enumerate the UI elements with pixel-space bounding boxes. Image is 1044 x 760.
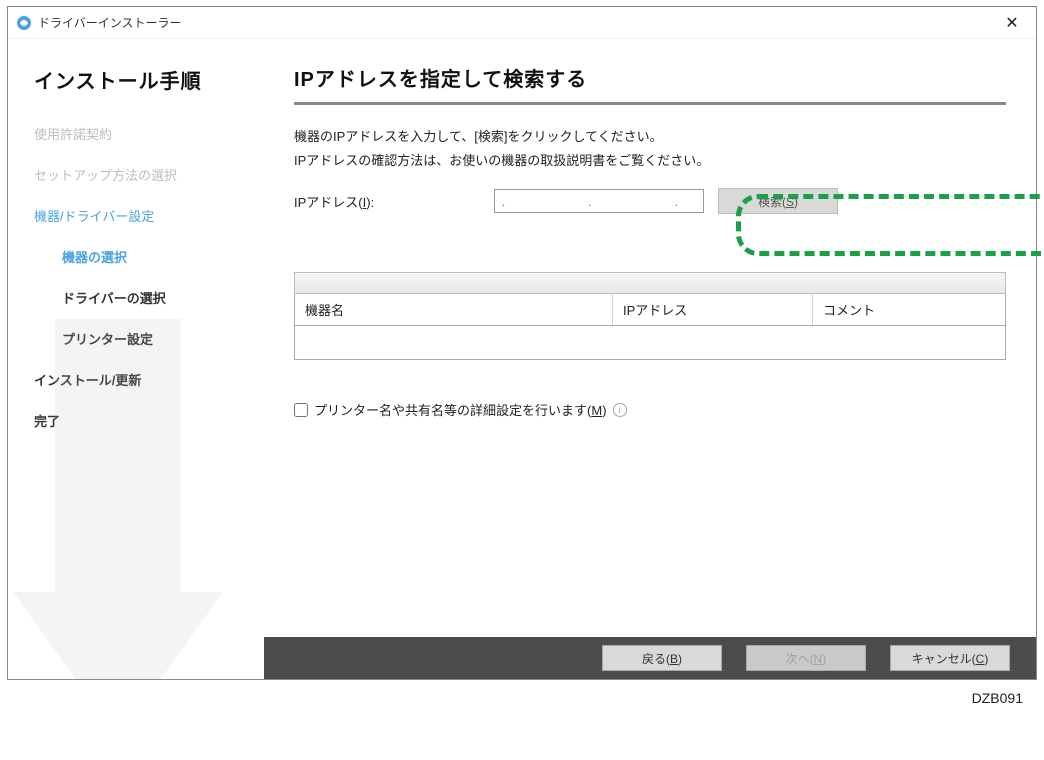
window-title: ドライバーインストーラー xyxy=(38,14,996,31)
list-body[interactable] xyxy=(294,326,1006,360)
app-icon xyxy=(16,15,32,31)
ip-row: IPアドレス(I): 検索(S) xyxy=(294,188,1006,214)
info-icon[interactable]: i xyxy=(613,403,627,417)
installer-window: ドライバーインストーラー ✕ インストール手順 使用許諾契約 セットアップ方法の… xyxy=(7,6,1037,680)
advanced-row: プリンター名や共有名等の詳細設定を行います(M) i xyxy=(294,400,1006,419)
page-title: IPアドレスを指定して検索する xyxy=(294,63,1006,92)
figure-code: DZB091 xyxy=(7,680,1037,706)
title-divider xyxy=(294,102,1006,105)
main-panel: IPアドレスを指定して検索する 機器のIPアドレスを入力して、[検索]をクリック… xyxy=(264,39,1036,679)
decorative-arrow-icon xyxy=(8,319,264,679)
sidebar-title: インストール手順 xyxy=(34,65,264,94)
footer: 戻る(B) 次へ(N) キャンセル(C) xyxy=(264,637,1036,679)
sidebar: インストール手順 使用許諾契約 セットアップ方法の選択 機器/ドライバー設定 機… xyxy=(8,39,264,679)
list-toolbar xyxy=(294,272,1006,294)
search-button[interactable]: 検索(S) xyxy=(718,188,838,214)
device-list: 機器名 IPアドレス コメント xyxy=(294,272,1006,360)
col-device-name[interactable]: 機器名 xyxy=(295,294,613,325)
step-setup-method: セットアップ方法の選択 xyxy=(34,165,264,184)
col-ip-address[interactable]: IPアドレス xyxy=(613,294,813,325)
step-license: 使用許諾契約 xyxy=(34,124,264,143)
description-line-1: 機器のIPアドレスを入力して、[検索]をクリックしてください。 xyxy=(294,127,1006,147)
advanced-settings-label: プリンター名や共有名等の詳細設定を行います(M) xyxy=(314,400,607,419)
next-button[interactable]: 次へ(N) xyxy=(746,645,866,671)
description-line-2: IPアドレスの確認方法は、お使いの機器の取扱説明書をご覧ください。 xyxy=(294,151,1006,171)
substep-driver-select: ドライバーの選択 xyxy=(62,288,264,307)
step-device-driver-settings: 機器/ドライバー設定 xyxy=(34,206,264,225)
cancel-button[interactable]: キャンセル(C) xyxy=(890,645,1010,671)
list-columns: 機器名 IPアドレス コメント xyxy=(294,294,1006,326)
substep-device-select: 機器の選択 xyxy=(62,247,264,266)
back-button[interactable]: 戻る(B) xyxy=(602,645,722,671)
col-comment[interactable]: コメント xyxy=(813,294,1005,325)
body: インストール手順 使用許諾契約 セットアップ方法の選択 機器/ドライバー設定 機… xyxy=(8,39,1036,679)
ip-address-label: IPアドレス(I): xyxy=(294,192,494,211)
ip-address-input[interactable] xyxy=(494,189,704,213)
close-icon[interactable]: ✕ xyxy=(996,13,1028,33)
advanced-settings-checkbox[interactable] xyxy=(294,403,308,417)
titlebar: ドライバーインストーラー ✕ xyxy=(8,7,1036,39)
